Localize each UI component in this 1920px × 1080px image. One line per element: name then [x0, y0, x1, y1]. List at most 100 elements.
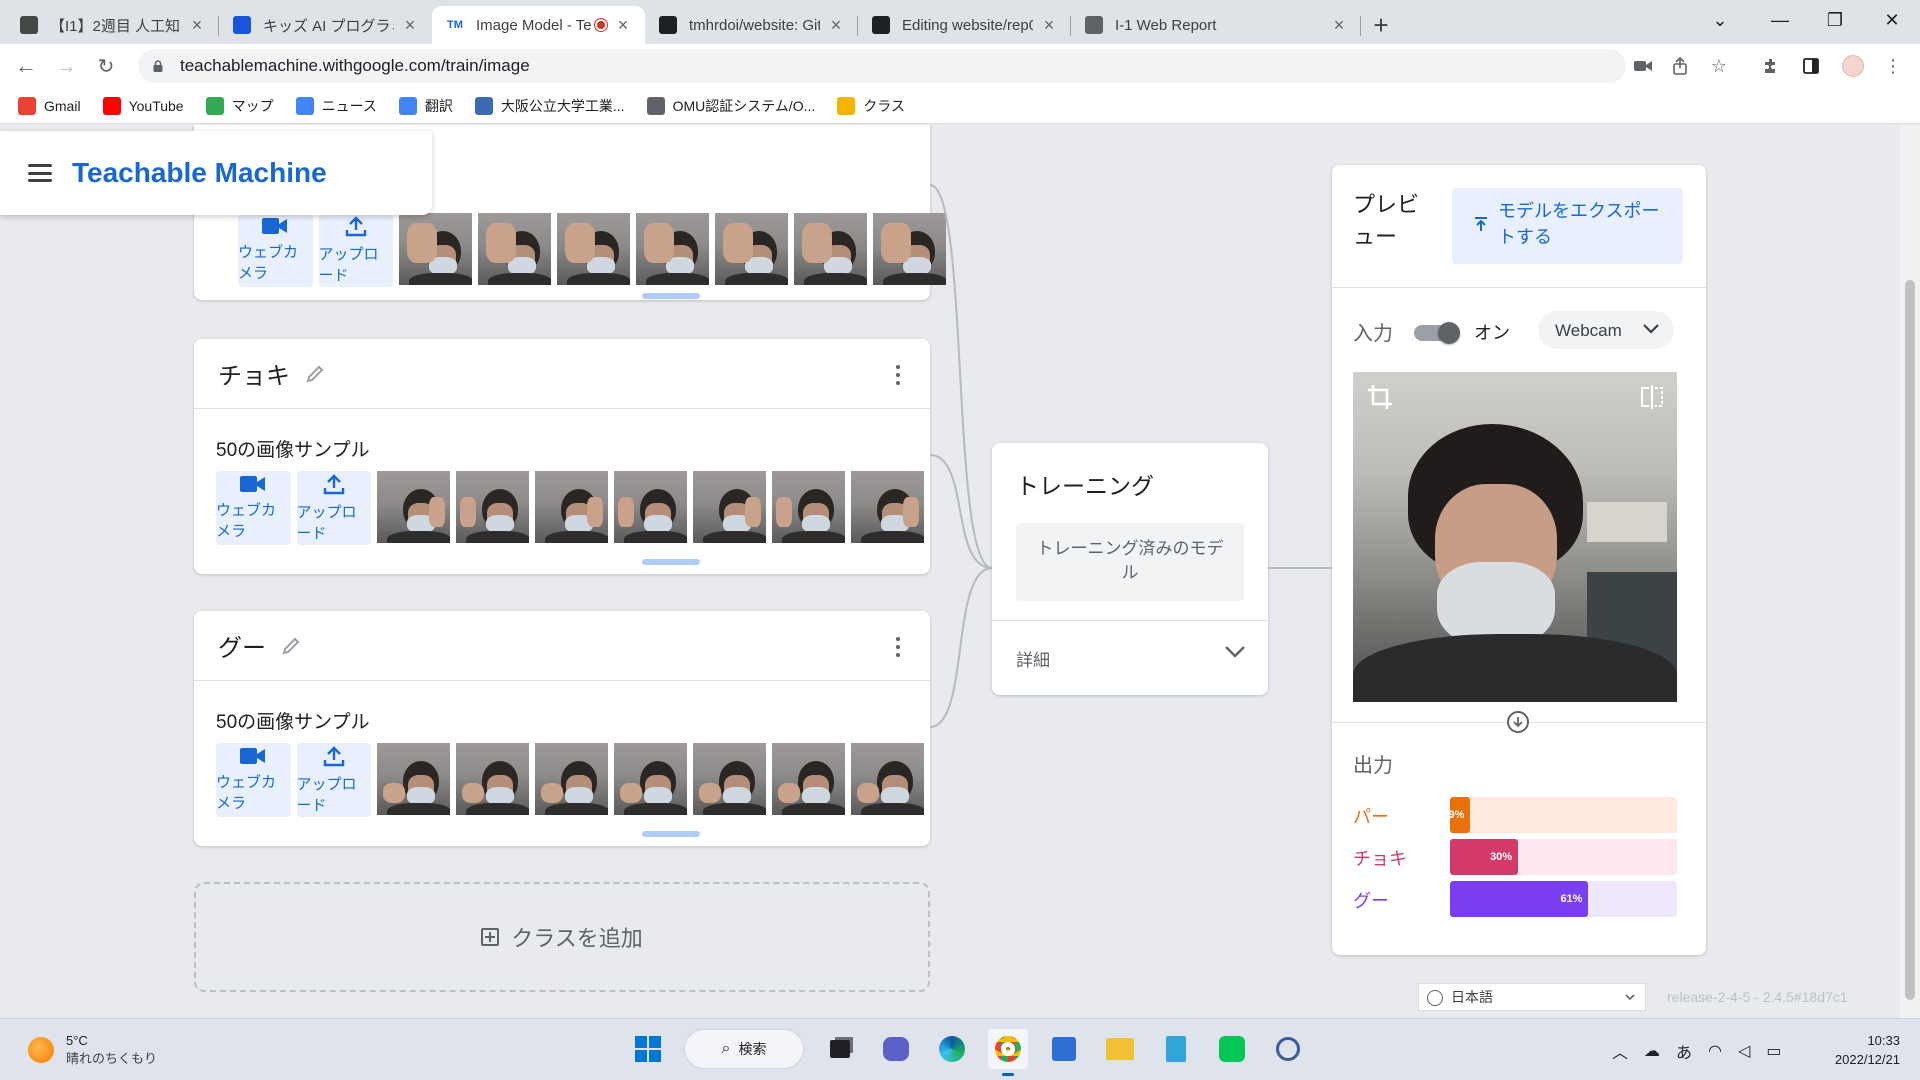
sample-image[interactable]: [399, 213, 472, 285]
class-options-icon[interactable]: [896, 637, 900, 657]
edit-pencil-icon[interactable]: [280, 635, 302, 657]
webcam-button[interactable]: ウェブカメラ: [238, 213, 313, 287]
thumbnail-scroll-indicator[interactable]: [642, 559, 700, 565]
sample-image[interactable]: [851, 743, 924, 815]
browser-tab[interactable]: キッズ AI プログラミングコンテスト ×: [219, 6, 432, 44]
clock[interactable]: 10:33 2022/12/21: [1835, 1031, 1900, 1069]
close-tab-icon[interactable]: ×: [400, 15, 420, 35]
sample-image[interactable]: [456, 471, 529, 543]
microsoft-store-icon[interactable]: [1044, 1029, 1084, 1069]
close-window-button[interactable]: ✕: [1862, 0, 1920, 40]
class-name[interactable]: グー: [218, 628, 266, 663]
address-bar[interactable]: teachablemachine.withgoogle.com/train/im…: [138, 49, 1626, 83]
taskbar-search[interactable]: ⌕ 検索: [684, 1029, 804, 1069]
input-toggle[interactable]: [1414, 322, 1460, 344]
upload-button[interactable]: アップロード: [318, 213, 393, 287]
sample-image[interactable]: [693, 471, 766, 543]
sample-image[interactable]: [851, 471, 924, 543]
class-options-icon[interactable]: [896, 365, 900, 385]
add-class-button[interactable]: クラスを追加: [194, 882, 930, 992]
sample-image[interactable]: [715, 213, 788, 285]
sample-image[interactable]: [614, 743, 687, 815]
sample-image[interactable]: [535, 743, 608, 815]
line-icon[interactable]: [1212, 1029, 1252, 1069]
onedrive-icon[interactable]: ☁: [1644, 1041, 1660, 1061]
upload-button[interactable]: アップロード: [296, 743, 371, 817]
upload-button[interactable]: アップロード: [296, 471, 371, 545]
wifi-icon[interactable]: ◠: [1708, 1041, 1722, 1061]
close-tab-icon[interactable]: ×: [613, 15, 633, 35]
side-panel-icon[interactable]: [1794, 49, 1828, 83]
sample-image[interactable]: [377, 471, 450, 543]
file-explorer-icon[interactable]: [1100, 1029, 1140, 1069]
sample-image[interactable]: [772, 743, 845, 815]
input-source-select[interactable]: Webcam: [1538, 311, 1674, 349]
train-model-button[interactable]: トレーニング済みのモデル: [1016, 523, 1244, 601]
sample-image[interactable]: [478, 213, 551, 285]
browser-tab[interactable]: Editing website/rep02.html ×: [858, 6, 1071, 44]
close-tab-icon[interactable]: ×: [1039, 15, 1059, 35]
volume-icon[interactable]: ◁: [1738, 1041, 1750, 1061]
class-name[interactable]: チョキ: [218, 356, 290, 391]
sample-image[interactable]: [772, 471, 845, 543]
webcam-button[interactable]: ウェブカメラ: [216, 743, 291, 817]
task-view-icon[interactable]: [820, 1029, 860, 1069]
show-hidden-icons[interactable]: ︿: [1612, 1039, 1628, 1063]
bookmark-star-icon[interactable]: ☆: [1702, 49, 1736, 83]
sample-image[interactable]: [377, 743, 450, 815]
flip-horizontal-icon[interactable]: [1639, 384, 1665, 410]
crop-icon[interactable]: [1367, 384, 1393, 410]
sample-image[interactable]: [693, 743, 766, 815]
bookmark-item[interactable]: YouTube: [102, 96, 184, 115]
close-tab-icon[interactable]: ×: [1329, 15, 1349, 35]
battery-icon[interactable]: ▭: [1766, 1041, 1781, 1061]
close-tab-icon[interactable]: ×: [826, 15, 846, 35]
menu-icon[interactable]: [28, 164, 52, 182]
chrome-icon[interactable]: [988, 1029, 1028, 1076]
tab-search-icon[interactable]: ⌄: [1690, 0, 1750, 40]
share-icon[interactable]: [1664, 49, 1698, 83]
browser-tab[interactable]: TM Image Model - Teachab ×: [432, 6, 645, 44]
minimize-button[interactable]: —: [1750, 0, 1810, 40]
browser-tab[interactable]: I-1 Web Report ×: [1071, 6, 1361, 44]
profile-avatar[interactable]: [1836, 49, 1870, 83]
edit-pencil-icon[interactable]: [304, 363, 326, 385]
teams-chat-icon[interactable]: [876, 1029, 916, 1069]
sample-image[interactable]: [636, 213, 709, 285]
sample-image[interactable]: [614, 471, 687, 543]
sample-image[interactable]: [535, 471, 608, 543]
maximize-button[interactable]: ❐: [1805, 0, 1865, 40]
brand-logo[interactable]: Teachable Machine: [72, 157, 327, 189]
app-icon[interactable]: [1268, 1029, 1308, 1069]
edge-icon[interactable]: [932, 1029, 972, 1069]
bookmark-item[interactable]: 翻訳: [398, 96, 453, 116]
sample-image[interactable]: [557, 213, 630, 285]
sample-image[interactable]: [794, 213, 867, 285]
bookmark-item[interactable]: クラス: [837, 96, 905, 116]
close-tab-icon[interactable]: ×: [187, 15, 207, 35]
weather-widget[interactable]: 5°C 晴れのちくもり: [28, 1033, 157, 1067]
sample-image[interactable]: [456, 743, 529, 815]
page-scrollbar[interactable]: [1900, 125, 1920, 1018]
browser-tab[interactable]: 【I1】2週目 人工知能の体験・ ×: [6, 6, 219, 44]
notepad-icon[interactable]: [1156, 1029, 1196, 1069]
forward-icon[interactable]: →: [46, 46, 86, 86]
browser-tab[interactable]: tmhrdoi/website: GitHub Pa ×: [645, 6, 858, 44]
bookmark-item[interactable]: 大阪公立大学工業...: [474, 96, 625, 116]
camera-in-use-icon[interactable]: [1626, 49, 1660, 83]
language-select[interactable]: 日本語: [1418, 983, 1646, 1011]
bookmark-item[interactable]: マップ: [205, 96, 274, 116]
ime-indicator[interactable]: あ: [1676, 1039, 1692, 1063]
new-tab-button[interactable]: +: [1361, 6, 1401, 44]
bookmark-item[interactable]: Gmail: [18, 96, 81, 115]
thumbnail-scroll-indicator[interactable]: [642, 831, 700, 837]
start-button[interactable]: [628, 1029, 668, 1069]
export-model-button[interactable]: モデルをエクスポートする: [1452, 188, 1683, 264]
bookmark-item[interactable]: ニュース: [295, 96, 377, 116]
advanced-toggle[interactable]: 詳細: [992, 620, 1268, 695]
extensions-icon[interactable]: [1754, 49, 1788, 83]
thumbnail-scroll-indicator[interactable]: [642, 293, 700, 299]
webcam-button[interactable]: ウェブカメラ: [216, 471, 291, 545]
bookmark-item[interactable]: OMU認証システム/O...: [646, 96, 815, 116]
chrome-menu-icon[interactable]: ⋮: [1876, 49, 1910, 83]
